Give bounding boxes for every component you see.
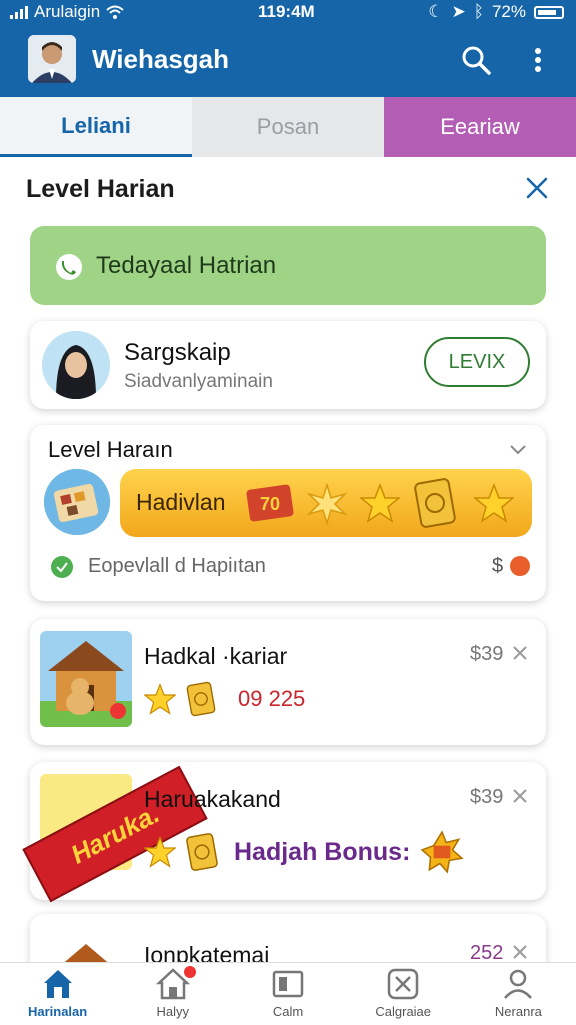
gallery-icon <box>272 970 304 998</box>
tab-leliani[interactable]: Leliani <box>0 97 192 157</box>
level-sheet: Level Harian Tedayaal Hatrian Sargskaip … <box>0 157 576 994</box>
signal-icon <box>10 5 28 19</box>
sheet-title: Level Harian <box>26 175 175 203</box>
app-bar: Wiehasgah <box>0 24 576 97</box>
profile-name: Sargskaip <box>124 339 231 366</box>
coin-card-icon <box>186 681 216 717</box>
coin-dot-icon <box>510 556 530 576</box>
more-options-icon[interactable] <box>530 44 546 76</box>
profile-card: Sargskaip Siadvanlyaminain LEVIX <box>30 321 546 409</box>
bluetooth-icon: ᛒ <box>473 2 484 21</box>
bonus-badge-icon <box>420 830 465 874</box>
moon-icon: ☾ <box>428 2 444 21</box>
nav-home[interactable]: Harinalan <box>0 963 115 1025</box>
daily-banner[interactable]: Tedayaal Hatrian <box>30 226 546 305</box>
close-box-icon <box>387 968 419 1000</box>
coin-card-icon <box>186 833 218 871</box>
notification-badge <box>184 966 197 978</box>
game-rewards: 09 225 <box>144 681 305 717</box>
banner-text: Tedayaal Hatrian <box>96 252 277 279</box>
tab-eeariaw[interactable]: Eeariaw <box>384 97 576 157</box>
game-thumbnail <box>40 631 132 727</box>
star-burst-icon <box>306 483 348 525</box>
level-button[interactable]: LEVIX <box>424 337 530 387</box>
wifi-icon <box>106 5 124 19</box>
nav-calgraiae-label: Calgraiae <box>375 1004 432 1019</box>
star-icon <box>144 683 176 715</box>
ticket-icon: 70 <box>246 484 294 522</box>
tab-bar: Leliani Posan Eeariaw <box>0 97 576 157</box>
nav-neranra[interactable]: Neranra <box>461 963 576 1025</box>
status-bar: Arulaigin 119:4M ☾ ➤ ᛒ 72% <box>0 0 576 24</box>
bottom-navigation: Harinalan Halyy Calm Calgraiae Neranra <box>0 962 576 1025</box>
carrier-label: Arulaigin <box>34 2 101 21</box>
game-price: $39 <box>470 643 504 665</box>
level-progress-bar[interactable]: Hadivlan 70 <box>120 469 532 537</box>
star-icon <box>360 483 400 523</box>
star-icon <box>144 836 176 868</box>
level-card: Level Haraın Hadivlan 70 Eopevlall d Hap… <box>30 425 546 601</box>
battery-percent: 72% <box>491 2 526 21</box>
ticket-number: 70 <box>260 494 280 514</box>
game-thumbnail: Haruka. <box>22 765 208 903</box>
coin-card-icon <box>414 478 456 528</box>
home-icon <box>43 970 72 998</box>
level-heading: Level Haraın <box>48 437 173 462</box>
nav-home-label: Harinalan <box>27 1004 88 1019</box>
clock: 119:4M <box>258 2 315 21</box>
location-icon: ➤ <box>451 2 466 21</box>
dismiss-icon[interactable] <box>512 645 528 661</box>
nav-halyy[interactable]: Halyy <box>115 963 230 1025</box>
level-footer-text: Eopevlall d Hapiıtan <box>88 555 266 577</box>
search-icon[interactable] <box>460 44 492 76</box>
profile-photo <box>42 331 110 399</box>
game-rewards: Hadjah Bonus: <box>144 830 465 874</box>
game-icon <box>44 469 110 535</box>
game-title: Haruakakand <box>144 786 281 812</box>
game-amount: 09 225 <box>238 686 306 711</box>
battery-icon <box>534 5 564 19</box>
game-price: $39 <box>470 786 504 808</box>
chevron-down-icon[interactable] <box>508 441 528 457</box>
phone-icon <box>56 254 82 280</box>
game-card[interactable]: Haruka. Haruakakand $39 Hadjah Bonus: <box>22 762 546 903</box>
user-avatar[interactable] <box>28 35 76 83</box>
nav-neranra-label: Neranra <box>494 1004 542 1019</box>
nav-calm[interactable]: Calm <box>230 963 345 1025</box>
nav-calgraiae[interactable]: Calgraiae <box>346 963 461 1025</box>
check-circle-icon <box>51 556 73 578</box>
profile-subtitle: Siadvanlyaminain <box>124 371 273 392</box>
game-title: Hadkal ·kariar <box>144 643 288 669</box>
tab-posan[interactable]: Posan <box>192 97 384 157</box>
nav-halyy-label: Halyy <box>156 1004 190 1019</box>
close-icon[interactable] <box>524 175 550 201</box>
bonus-label: Hadjah Bonus: <box>234 837 411 866</box>
profile-icon <box>504 969 533 999</box>
star-icon-2 <box>474 483 514 523</box>
game-card[interactable]: Hadkal ·kariar $39 09 225 <box>30 619 546 745</box>
nav-calm-label: Calm <box>272 1004 304 1019</box>
level-footer-price: $ <box>492 555 504 577</box>
dismiss-icon[interactable] <box>512 944 528 960</box>
level-bar-label: Hadivlan <box>136 489 226 515</box>
dismiss-icon[interactable] <box>512 788 528 804</box>
app-title: Wiehasgah <box>92 44 230 74</box>
